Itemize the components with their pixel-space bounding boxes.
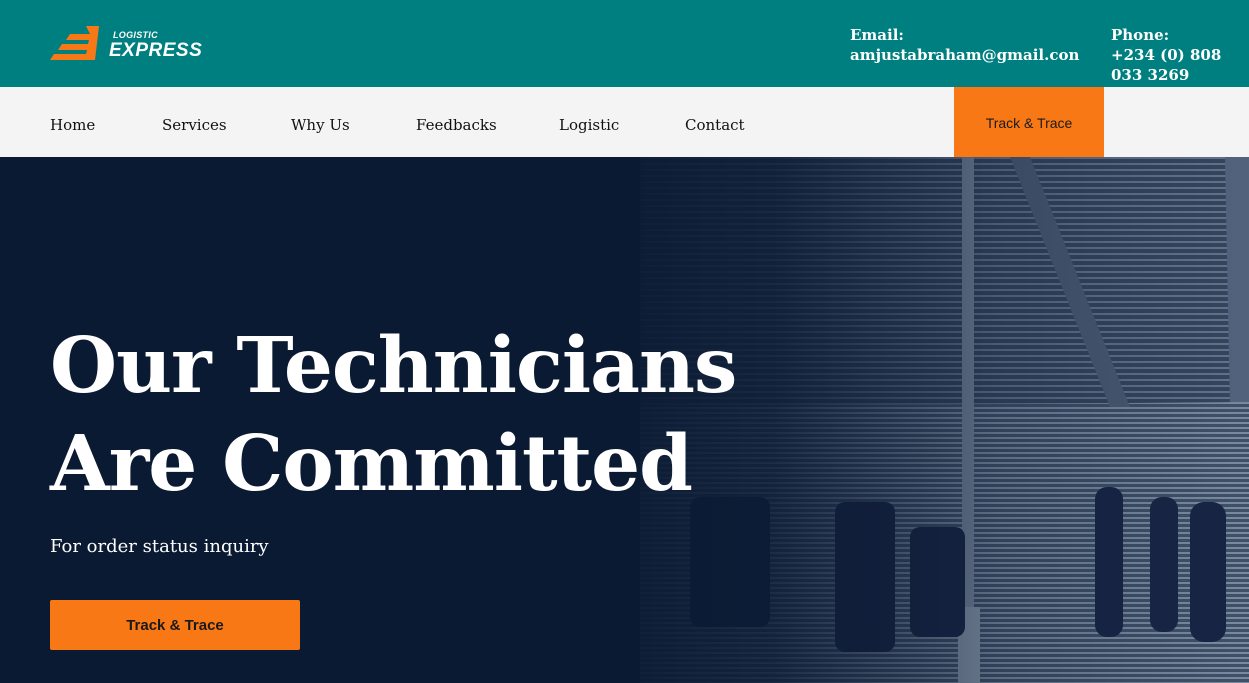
hero-section: Our Technicians Are Committed For order … [0, 157, 1249, 683]
main-nav: Home Services Why Us Feedbacks Logistic … [0, 87, 1249, 159]
nav-why-us[interactable]: Why Us [291, 116, 350, 134]
contact-phone: Phone: +234 (0) 808 033 3269 [1111, 25, 1246, 85]
phone-label: Phone: [1111, 26, 1170, 44]
nav-track-trace-button[interactable]: Track & Trace [954, 87, 1104, 159]
hero-title-line-2: Are Committed [50, 419, 693, 509]
phone-value[interactable]: +234 (0) 808 033 3269 [1111, 45, 1246, 85]
nav-contact[interactable]: Contact [685, 116, 745, 134]
brand-name: EXPRESS [109, 40, 203, 61]
email-label: Email: [850, 26, 904, 44]
nav-feedbacks[interactable]: Feedbacks [416, 116, 497, 134]
brand-tagline: LOGISTIC [113, 30, 158, 40]
hero-title-line-1: Our Technicians [50, 321, 737, 411]
hero-subtitle: For order status inquiry [50, 536, 269, 557]
nav-home[interactable]: Home [50, 116, 95, 134]
top-bar: LOGISTIC EXPRESS Email: amjustabraham@gm… [0, 0, 1249, 87]
logo-wing-icon [50, 26, 99, 60]
brand-logo[interactable]: LOGISTIC EXPRESS [50, 24, 210, 64]
email-value[interactable]: amjustabraham@gmail.con [850, 45, 1090, 65]
contact-email: Email: amjustabraham@gmail.con [850, 25, 1090, 65]
nav-logistic[interactable]: Logistic [559, 116, 619, 134]
nav-services[interactable]: Services [162, 116, 227, 134]
hero-title: Our Technicians Are Committed [50, 317, 810, 513]
hero-track-trace-button[interactable]: Track & Trace [50, 600, 300, 650]
